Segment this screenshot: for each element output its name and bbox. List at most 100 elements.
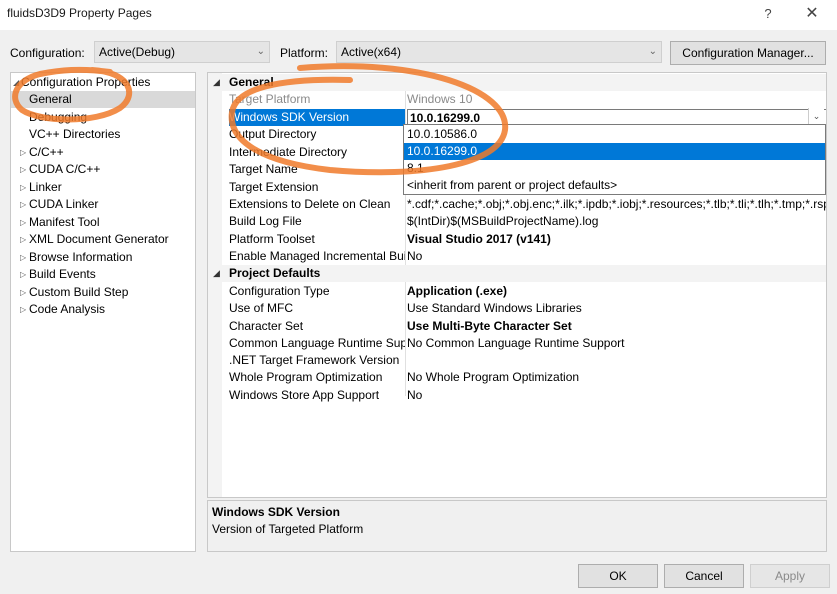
property-name: Target Platform <box>229 92 311 106</box>
platform-label: Platform: <box>280 46 329 60</box>
property-value: No Common Language Runtime Support <box>407 336 625 350</box>
ok-button[interactable]: OK <box>578 564 658 588</box>
expand-icon[interactable]: ▷ <box>20 301 26 318</box>
expand-icon[interactable]: ▷ <box>20 196 26 213</box>
sdk-version-dropdown: 10.0.10586.0 10.0.16299.0 8.1 <inherit f… <box>403 124 826 195</box>
tree-item-label: C/C++ <box>29 145 64 159</box>
description-title: Windows SDK Version <box>212 505 340 519</box>
tree-item-label: VC++ Directories <box>29 127 121 141</box>
property-name: Intermediate Directory <box>229 145 348 159</box>
tree-item-manifest-tool[interactable]: ▷ Manifest Tool <box>11 214 195 231</box>
property-value: Application (.exe) <box>407 284 508 298</box>
platform-select[interactable]: Active(x64) ⌄ <box>336 41 662 63</box>
dropdown-option[interactable]: 10.0.10586.0 <box>404 126 825 143</box>
tree-item-label: Linker <box>29 180 62 194</box>
chevron-down-icon[interactable]: ⌄ <box>808 108 824 124</box>
dropdown-option[interactable]: 8.1 <box>404 160 825 177</box>
property-row[interactable]: Character Set Use Multi-Byte Character S… <box>208 318 826 335</box>
collapse-icon[interactable]: ◢ <box>213 265 220 282</box>
property-row[interactable]: Build Log File $(IntDir)$(MSBuildProject… <box>208 213 826 230</box>
property-row[interactable]: Extensions to Delete on Clean *.cdf;*.ca… <box>208 196 827 213</box>
property-row[interactable]: .NET Target Framework Version <box>208 352 826 369</box>
collapse-icon[interactable]: ◢ <box>213 74 220 91</box>
tree-item-vc-directories[interactable]: VC++ Directories <box>11 126 195 143</box>
property-value: Visual Studio 2017 (v141) <box>407 232 551 246</box>
configuration-manager-button[interactable]: Configuration Manager... <box>670 41 826 65</box>
expand-icon[interactable]: ◢ <box>13 74 19 91</box>
property-value: $(IntDir)$(MSBuildProjectName).log <box>407 214 599 228</box>
property-name: Target Name <box>229 162 298 176</box>
property-name: Character Set <box>229 319 304 333</box>
tree-item-custom-build-step[interactable]: ▷ Custom Build Step <box>11 284 195 301</box>
property-row[interactable]: Configuration Type Application (.exe) <box>208 283 826 300</box>
tree-item-xml-document-generator[interactable]: ▷ XML Document Generator <box>11 231 195 248</box>
property-row[interactable]: Target Platform Windows 10 <box>208 91 826 108</box>
property-name: Platform Toolset <box>229 232 315 246</box>
dropdown-option-selected[interactable]: 10.0.16299.0 <box>404 143 825 160</box>
section-title: General <box>229 75 274 89</box>
property-name: Windows SDK Version <box>229 109 405 126</box>
tree-item-cuda-linker[interactable]: ▷ CUDA Linker <box>11 196 195 213</box>
property-name: Use of MFC <box>229 301 294 315</box>
property-name: Whole Program Optimization <box>229 370 383 384</box>
expand-icon[interactable]: ▷ <box>20 231 26 248</box>
property-row[interactable]: Whole Program Optimization No Whole Prog… <box>208 369 826 386</box>
tree-item-label: Debugging <box>29 110 88 124</box>
tree-item-label: Configuration Properties <box>21 75 151 89</box>
tree-item-label: CUDA C/C++ <box>29 162 101 176</box>
chevron-down-icon: ⌄ <box>256 46 265 57</box>
expand-icon[interactable]: ▷ <box>20 179 26 196</box>
window-title: fluidsD3D9 Property Pages <box>7 6 152 20</box>
property-row[interactable]: Windows Store App Support No <box>208 387 826 404</box>
section-general[interactable]: ◢ General <box>208 74 826 91</box>
section-project-defaults[interactable]: ◢ Project Defaults <box>208 265 826 282</box>
tree-item-code-analysis[interactable]: ▷ Code Analysis <box>11 301 195 318</box>
configuration-value: Active(Debug) <box>99 45 176 59</box>
tree-item-label: Code Analysis <box>29 302 106 316</box>
chevron-down-icon: ⌄ <box>648 46 657 57</box>
expand-icon[interactable]: ▷ <box>20 214 26 231</box>
property-row[interactable]: Enable Managed Incremental Build No <box>208 248 826 265</box>
help-button[interactable]: ? <box>758 4 778 24</box>
platform-value: Active(x64) <box>341 45 402 59</box>
expand-icon[interactable]: ▷ <box>20 144 26 161</box>
property-row[interactable]: Platform Toolset Visual Studio 2017 (v14… <box>208 231 826 248</box>
property-value: Use Standard Windows Libraries <box>407 301 582 315</box>
configuration-label: Configuration: <box>10 46 85 60</box>
property-name: Output Directory <box>229 127 317 141</box>
property-value: *.cdf;*.cache;*.obj;*.obj.enc;*.ilk;*.ip… <box>407 197 827 211</box>
property-name: Target Extension <box>229 180 319 194</box>
property-row[interactable]: Common Language Runtime Support No Commo… <box>208 335 826 352</box>
tree-item-debugging[interactable]: Debugging <box>11 109 195 126</box>
property-value: Windows 10 <box>407 92 473 106</box>
tree-item-label: CUDA Linker <box>29 197 99 211</box>
tree-item-label: Custom Build Step <box>29 285 129 299</box>
description-panel: Windows SDK Version Version of Targeted … <box>207 500 827 552</box>
cancel-button[interactable]: Cancel <box>664 564 744 588</box>
tree-item-label: XML Document Generator <box>29 232 169 246</box>
tree-item-configuration-properties[interactable]: ◢ Configuration Properties <box>11 74 195 91</box>
tree-item-linker[interactable]: ▷ Linker <box>11 179 195 196</box>
tree-item-label: Build Events <box>29 267 96 281</box>
tree-item-label: Manifest Tool <box>29 215 100 229</box>
tree-item-label: General <box>29 92 72 106</box>
property-name: Build Log File <box>229 214 302 228</box>
close-icon[interactable]: ✕ <box>800 2 824 26</box>
property-row[interactable]: Use of MFC Use Standard Windows Librarie… <box>208 300 826 317</box>
expand-icon[interactable]: ▷ <box>20 249 26 266</box>
tree-item-general[interactable]: General <box>11 91 195 108</box>
tree-item-cuda-cpp[interactable]: ▷ CUDA C/C++ <box>11 161 195 178</box>
property-value: No <box>407 388 423 402</box>
property-name: .NET Target Framework Version <box>229 353 400 367</box>
tree-item-cpp[interactable]: ▷ C/C++ <box>11 144 195 161</box>
expand-icon[interactable]: ▷ <box>20 266 26 283</box>
expand-icon[interactable]: ▷ <box>20 161 26 178</box>
tree-item-build-events[interactable]: ▷ Build Events <box>11 266 195 283</box>
section-title: Project Defaults <box>229 266 321 280</box>
configuration-select[interactable]: Active(Debug) ⌄ <box>94 41 270 63</box>
dropdown-option[interactable]: <inherit from parent or project defaults… <box>404 177 825 194</box>
tree-item-browse-information[interactable]: ▷ Browse Information <box>11 249 195 266</box>
apply-button[interactable]: Apply <box>750 564 830 588</box>
property-name: Enable Managed Incremental Build <box>229 249 405 263</box>
expand-icon[interactable]: ▷ <box>20 284 26 301</box>
